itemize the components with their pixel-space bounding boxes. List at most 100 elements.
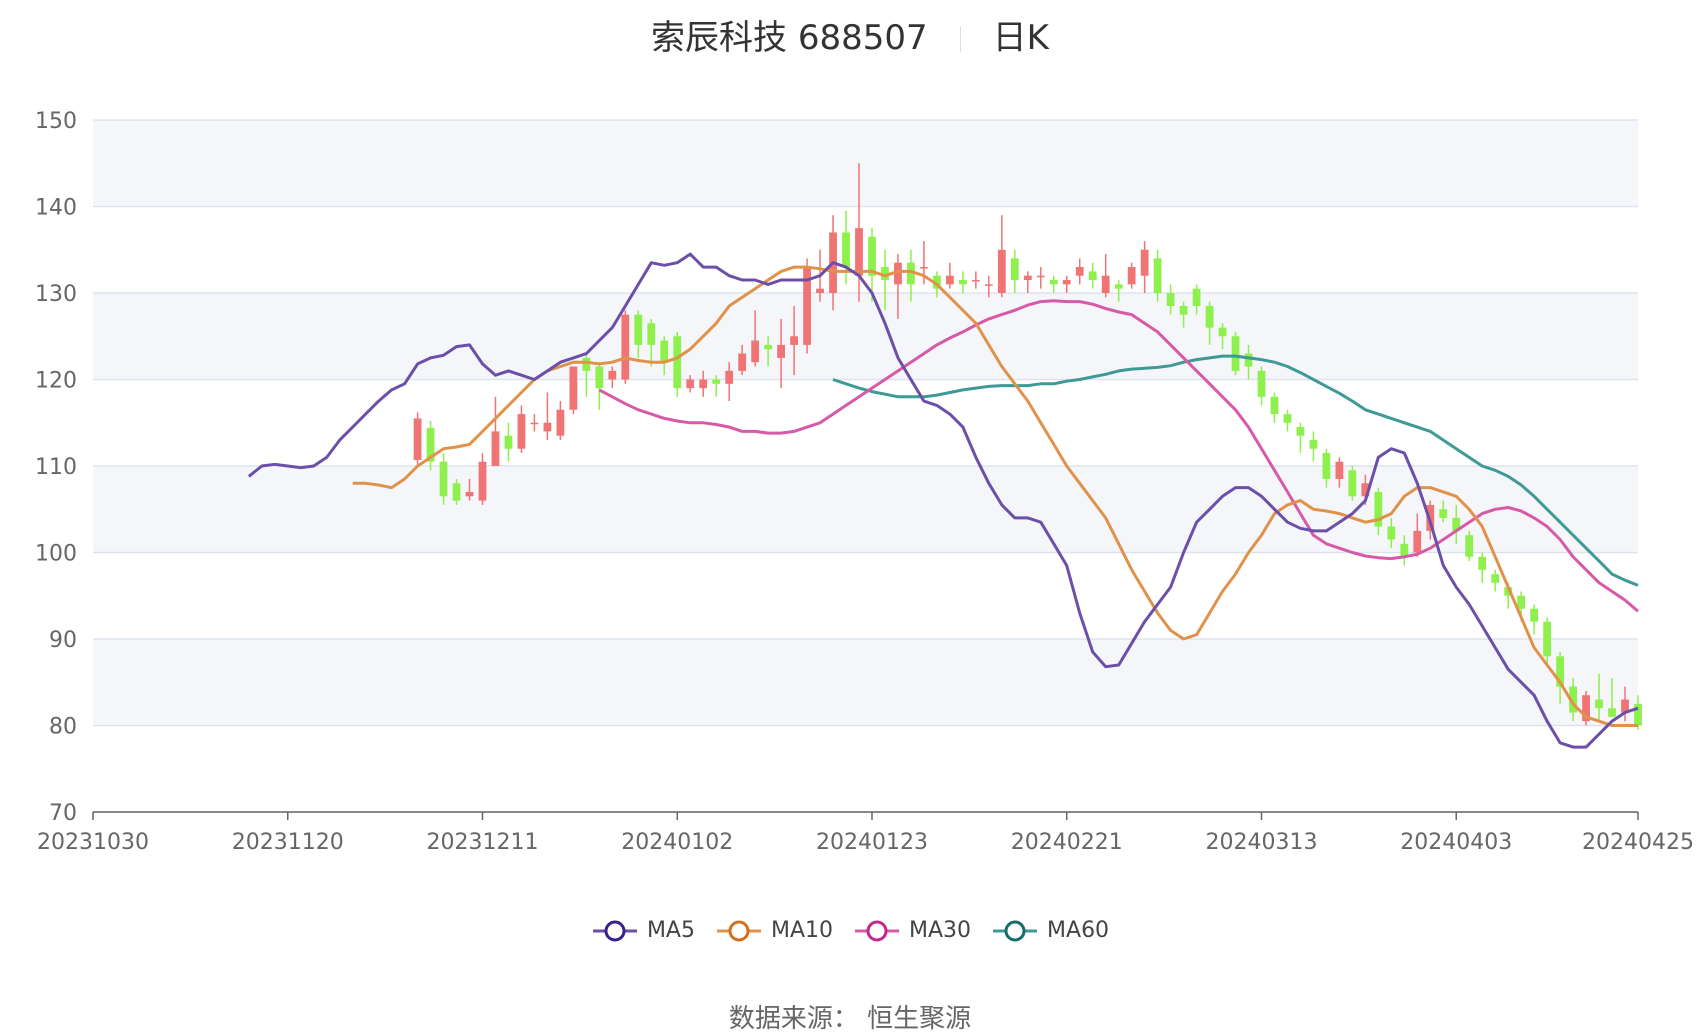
candle-body xyxy=(816,288,824,293)
candle-body xyxy=(1517,595,1526,609)
legend-label: MA30 xyxy=(909,918,972,943)
legend-marker-icon xyxy=(855,920,899,941)
candle-body xyxy=(556,409,565,436)
candle-body xyxy=(1166,293,1175,306)
candle-body xyxy=(764,344,773,350)
y-tick-label: 110 xyxy=(35,455,77,480)
candle-body xyxy=(1309,440,1318,449)
candle-body xyxy=(1036,275,1045,278)
legend-label: MA60 xyxy=(1047,918,1110,943)
legend-item-ma5[interactable]: MA5 xyxy=(591,918,695,943)
y-tick-label: 70 xyxy=(49,801,77,826)
y-tick-label: 100 xyxy=(35,542,77,567)
candle-body xyxy=(1478,556,1487,570)
candle-body xyxy=(569,366,578,410)
candle-body xyxy=(621,314,630,380)
x-tick-label: 20240102 xyxy=(621,830,733,855)
grid-band xyxy=(93,466,1638,553)
candle-body xyxy=(1387,526,1396,540)
candle-body xyxy=(945,275,954,285)
x-tick-label: 20231030 xyxy=(37,830,149,855)
candle-body xyxy=(1023,275,1032,281)
candle-body xyxy=(699,379,708,389)
candle-body xyxy=(634,314,643,345)
candle-body xyxy=(1465,535,1474,557)
candle-body xyxy=(413,418,422,460)
y-tick-label: 140 xyxy=(35,196,77,221)
candle-body xyxy=(842,232,850,268)
candle-body xyxy=(1101,275,1110,293)
candle-body xyxy=(465,491,474,497)
candle-body xyxy=(1205,305,1214,328)
legend-item-ma30[interactable]: MA30 xyxy=(853,918,971,943)
x-tick-label: 20240221 xyxy=(1011,830,1123,855)
y-tick-label: 80 xyxy=(49,715,77,740)
candle-body xyxy=(777,344,786,358)
y-tick-label: 150 xyxy=(35,109,77,134)
candle-body xyxy=(582,357,591,371)
candle-body xyxy=(712,379,721,384)
candle-body xyxy=(1153,258,1162,293)
candle-body xyxy=(686,379,695,389)
candle-body xyxy=(439,461,448,497)
candle-body xyxy=(1595,699,1603,709)
y-tick-label: 130 xyxy=(35,282,77,307)
candle-body xyxy=(1049,280,1058,285)
legend-marker-icon xyxy=(716,920,761,941)
candle-body xyxy=(997,249,1006,293)
legend-item-ma60[interactable]: MA60 xyxy=(991,918,1109,943)
candle-body xyxy=(868,236,876,276)
x-tick-label: 20240425 xyxy=(1582,830,1694,855)
candlestick-chart[interactable]: 70 80 90 100 110 120 130 140 150 20231030 20231120… xyxy=(0,0,1700,900)
y-tick-label: 90 xyxy=(49,628,77,653)
candle-body xyxy=(543,422,552,432)
candle-body xyxy=(1543,621,1552,657)
candle-body xyxy=(504,435,513,449)
candle-body xyxy=(491,431,500,466)
candle-body xyxy=(478,461,487,501)
candle-body xyxy=(920,267,928,269)
candle-body xyxy=(517,414,526,449)
candle-body xyxy=(1296,427,1305,436)
grid-band xyxy=(93,120,1638,207)
candle-body xyxy=(1530,608,1539,622)
candle-body xyxy=(958,280,967,285)
candle-body xyxy=(738,353,747,371)
candle-body xyxy=(790,336,798,345)
candle-body xyxy=(1322,453,1331,479)
candle-body xyxy=(971,280,980,282)
candle-body xyxy=(1114,284,1123,289)
data-source: 数据来源： 恒生聚源 xyxy=(728,1004,972,1034)
candle-body xyxy=(530,422,539,425)
candle-body xyxy=(984,284,993,286)
candle-body xyxy=(595,366,604,389)
candle-body xyxy=(647,323,656,345)
candle-body xyxy=(1608,708,1616,717)
candle-body xyxy=(1270,396,1279,415)
x-tick-label: 20231211 xyxy=(427,830,539,855)
candle-body xyxy=(452,483,461,501)
candle-body xyxy=(1257,370,1266,397)
candle-body xyxy=(1491,574,1500,583)
chart-legend: MA5 MA10 MA30 MA60 xyxy=(0,918,1700,947)
legend-label: MA10 xyxy=(770,918,833,943)
candle-body xyxy=(855,228,863,276)
candle-body xyxy=(1348,470,1357,497)
candle-body xyxy=(1192,288,1201,306)
candle-body xyxy=(673,336,682,389)
legend-item-ma10[interactable]: MA10 xyxy=(715,918,833,943)
candle-body xyxy=(1335,461,1344,479)
candle-body xyxy=(1075,267,1084,276)
candle-body xyxy=(1413,530,1422,553)
candle-body xyxy=(1634,703,1642,726)
x-tick-label: 20240403 xyxy=(1400,830,1512,855)
candle-body xyxy=(608,370,617,380)
candle-body xyxy=(1088,271,1097,281)
candle-body xyxy=(751,340,760,363)
candle-body xyxy=(1010,258,1019,281)
candle-body xyxy=(1283,414,1292,423)
candle-body xyxy=(1140,249,1149,276)
candle-body xyxy=(1218,327,1227,337)
candle-body xyxy=(1231,336,1240,371)
legend-marker-icon xyxy=(993,920,1038,941)
